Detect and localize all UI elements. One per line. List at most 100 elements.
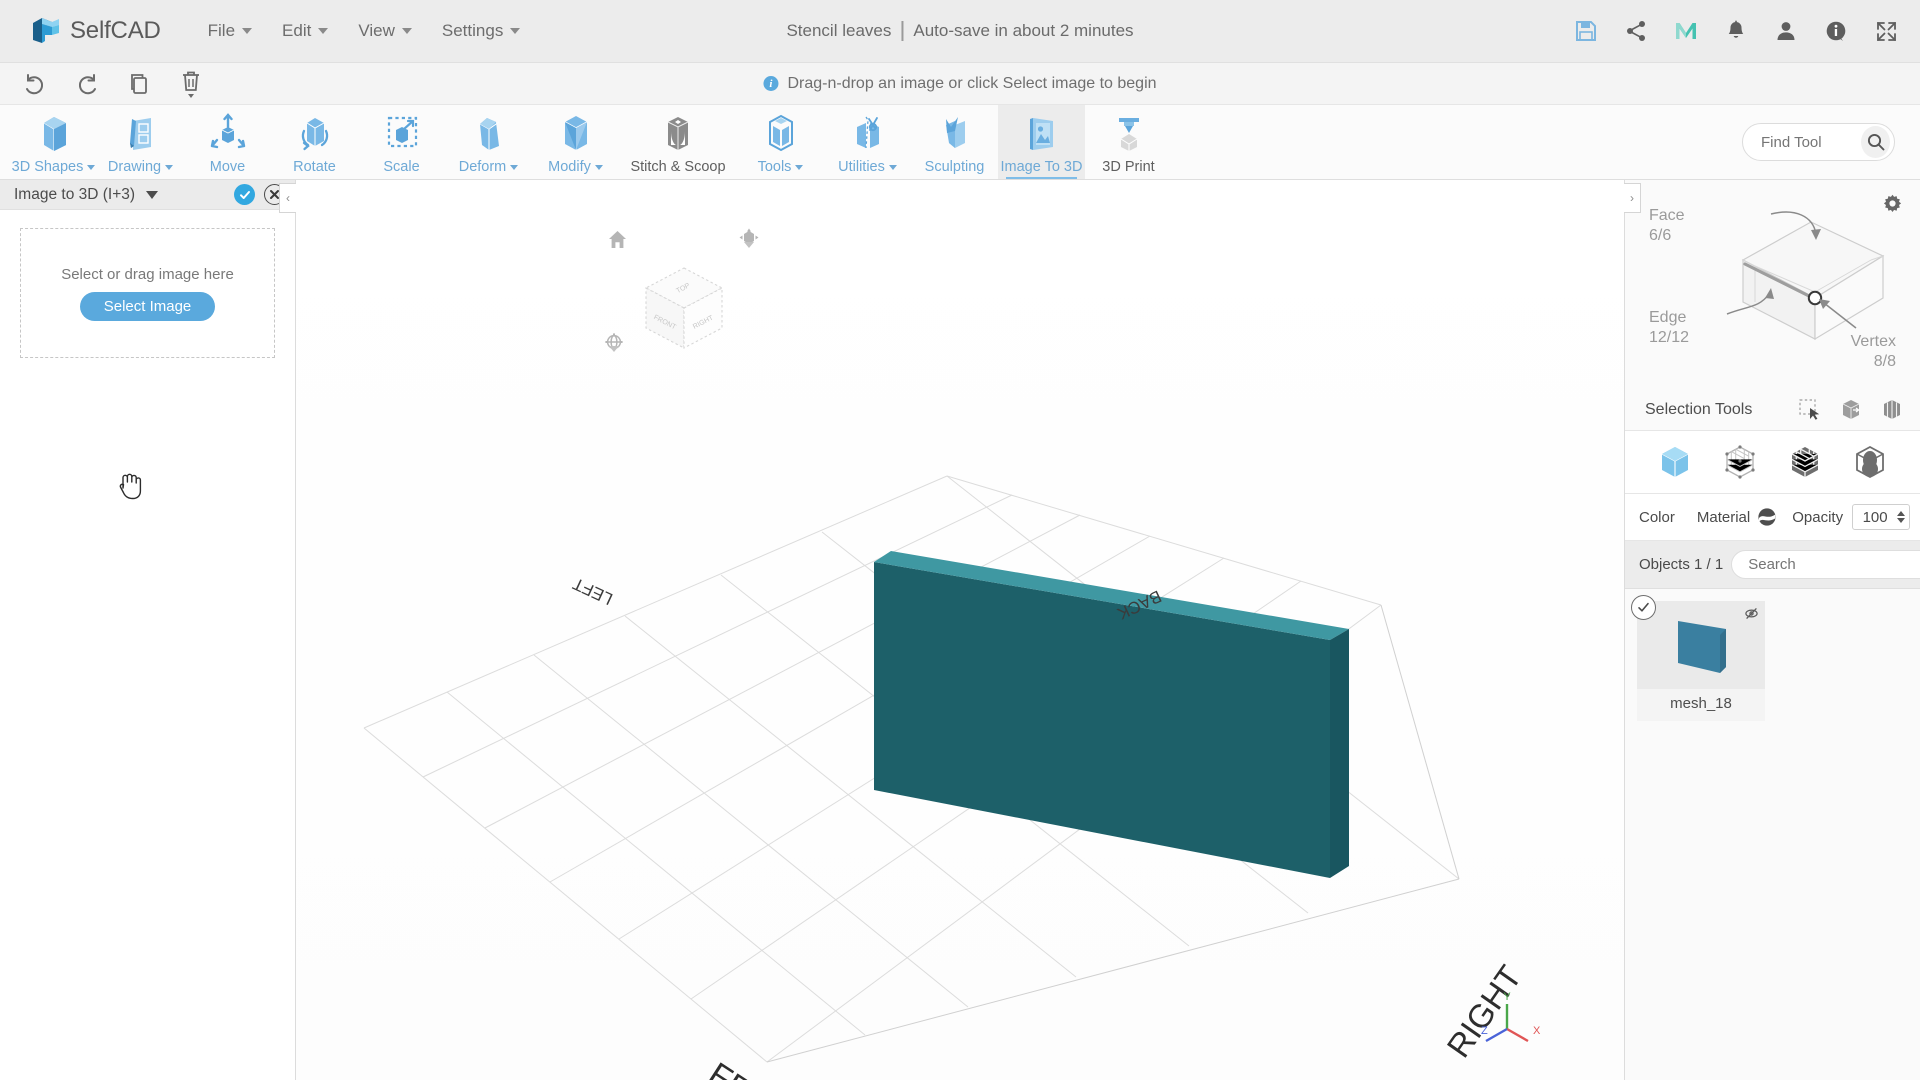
document-title[interactable]: Stencil leaves bbox=[786, 21, 891, 41]
viewport-canvas[interactable]: FRONT RIGHT LEFT BACK bbox=[296, 180, 1624, 1080]
tool-3d-shapes[interactable]: 3D Shapes bbox=[10, 105, 97, 179]
user-account-icon[interactable] bbox=[1774, 19, 1798, 43]
home-view-icon[interactable] bbox=[608, 230, 627, 249]
topology-summary: Face 6/6 Edge 12/12 Vertex 8/8 bbox=[1625, 180, 1920, 395]
scale-icon bbox=[380, 113, 424, 155]
collapse-left-panel-button[interactable]: ‹ bbox=[279, 183, 296, 213]
tool-label: Deform bbox=[459, 159, 519, 175]
tool-label: 3D Shapes bbox=[12, 159, 96, 175]
title-separator bbox=[901, 21, 904, 41]
color-material-opacity-row: Color Material Opacity bbox=[1625, 494, 1920, 541]
opacity-label: Opacity bbox=[1792, 508, 1844, 526]
sculpting-icon bbox=[933, 113, 977, 155]
rectangle-select-icon[interactable] bbox=[1799, 399, 1822, 420]
chevron-down-icon bbox=[594, 164, 603, 170]
menu-view-label: View bbox=[358, 21, 395, 40]
object-thumbnail[interactable] bbox=[1631, 595, 1765, 689]
chevron-down-icon bbox=[318, 28, 329, 34]
redo-button[interactable] bbox=[72, 69, 102, 99]
spinner-down-icon[interactable] bbox=[1897, 518, 1906, 523]
list-item[interactable]: mesh_18 bbox=[1631, 595, 1765, 721]
tool-label: Scale bbox=[383, 159, 420, 175]
objects-search-input[interactable] bbox=[1748, 556, 1920, 573]
tool-3d-print[interactable]: 3D Print bbox=[1085, 105, 1172, 179]
undo-button[interactable] bbox=[20, 69, 50, 99]
box-select-icon[interactable] bbox=[1840, 399, 1863, 420]
tool-label: Image To 3D bbox=[1000, 159, 1083, 175]
object-visibility-icon[interactable] bbox=[1744, 606, 1759, 621]
menu-view[interactable]: View bbox=[343, 15, 427, 47]
save-icon[interactable] bbox=[1574, 19, 1598, 43]
find-tool-input[interactable] bbox=[1761, 133, 1861, 151]
3d-viewport[interactable]: FRONT RIGHT LEFT BACK TOP FRONT bbox=[296, 180, 1624, 1080]
tool-modify[interactable]: Modify bbox=[532, 105, 619, 179]
share-icon[interactable] bbox=[1624, 19, 1648, 43]
image-dropzone[interactable]: Select or drag image here Select Image bbox=[20, 228, 275, 358]
objects-header-row: Objects 1 / 1 bbox=[1625, 541, 1920, 589]
copy-button[interactable] bbox=[124, 69, 154, 99]
notifications-bell-icon[interactable] bbox=[1724, 19, 1748, 43]
tool-drawing[interactable]: Drawing bbox=[97, 105, 184, 179]
objects-search[interactable] bbox=[1731, 550, 1920, 579]
autosave-status: Auto-save in about 2 minutes bbox=[913, 21, 1134, 40]
menu-file[interactable]: File bbox=[193, 15, 267, 47]
menu-edit[interactable]: Edit bbox=[267, 15, 343, 47]
delete-button[interactable] bbox=[176, 69, 206, 99]
object-mode-icon[interactable] bbox=[1657, 445, 1693, 479]
zoom-fit-icon[interactable] bbox=[604, 332, 624, 370]
select-image-button[interactable]: Select Image bbox=[79, 291, 216, 321]
perspective-toggle-icon[interactable] bbox=[739, 228, 759, 266]
image-to-3d-icon bbox=[1020, 113, 1064, 155]
opacity-stepper[interactable] bbox=[1852, 504, 1911, 530]
search-icon[interactable] bbox=[1861, 126, 1890, 158]
tool-label: Drawing bbox=[108, 159, 174, 175]
chevron-down-icon bbox=[242, 28, 253, 34]
selection-tool-icons bbox=[1799, 399, 1904, 420]
edge-mode-icon[interactable] bbox=[1852, 445, 1888, 479]
modify-icon bbox=[554, 113, 598, 155]
material-icon[interactable] bbox=[1757, 507, 1777, 527]
3d-print-icon bbox=[1107, 113, 1151, 155]
brand: SelfCAD bbox=[30, 16, 161, 47]
apply-button[interactable] bbox=[234, 184, 255, 205]
marketplace-m-icon[interactable] bbox=[1674, 19, 1698, 43]
vertex-mode-icon[interactable] bbox=[1722, 445, 1758, 479]
tool-deform[interactable]: Deform bbox=[445, 105, 532, 179]
chevron-down-icon[interactable] bbox=[146, 190, 159, 199]
object-selected-check-icon[interactable] bbox=[1631, 595, 1656, 620]
tool-stitch-scoop[interactable]: Stitch & Scoop bbox=[619, 105, 737, 179]
expand-right-panel-button[interactable]: › bbox=[1624, 183, 1641, 213]
properties-panel: › Face 6/6 Edge 12/12 Vertex 8/8 Selecti… bbox=[1624, 180, 1920, 1080]
brand-name: SelfCAD bbox=[70, 17, 161, 44]
find-tool-search[interactable] bbox=[1742, 123, 1895, 161]
color-label: Color bbox=[1639, 508, 1675, 526]
face-mode-icon[interactable] bbox=[1787, 445, 1823, 479]
tool-image-to-3d[interactable]: Image To 3D bbox=[998, 105, 1085, 179]
view-cube[interactable]: TOP FRONT RIGHT bbox=[636, 260, 732, 356]
opacity-input[interactable] bbox=[1853, 508, 1898, 526]
history-bar: i Drag-n-drop an image or click Select i… bbox=[0, 63, 1920, 105]
info-help-icon[interactable] bbox=[1824, 19, 1848, 43]
objects-count: Objects 1 / 1 bbox=[1639, 556, 1724, 573]
opacity-spinner[interactable] bbox=[1897, 511, 1909, 523]
spinner-up-icon[interactable] bbox=[1897, 511, 1906, 516]
cube-icon bbox=[32, 113, 76, 155]
chevron-down-icon[interactable] bbox=[609, 346, 619, 369]
chevron-down-icon bbox=[510, 164, 519, 170]
menu-settings[interactable]: Settings bbox=[427, 15, 535, 47]
tool-move[interactable]: Move bbox=[184, 105, 271, 179]
tool-scale[interactable]: Scale bbox=[358, 105, 445, 179]
rotate-icon bbox=[293, 113, 337, 155]
tool-label: Stitch & Scoop bbox=[630, 159, 726, 175]
chevron-down-icon[interactable] bbox=[744, 242, 754, 265]
tool-utilities[interactable]: Utilities bbox=[824, 105, 911, 179]
through-select-icon[interactable] bbox=[1881, 399, 1904, 420]
selection-tools-label: Selection Tools bbox=[1645, 400, 1753, 418]
face-count-label: Face 6/6 bbox=[1649, 207, 1685, 245]
fullscreen-icon[interactable] bbox=[1874, 19, 1898, 43]
tool-rotate[interactable]: Rotate bbox=[271, 105, 358, 179]
tool-tools[interactable]: Tools bbox=[737, 105, 824, 179]
tool-sculpting[interactable]: Sculpting bbox=[911, 105, 998, 179]
axis-z-label: Z bbox=[1481, 1025, 1488, 1037]
edge-count-label: Edge 12/12 bbox=[1649, 309, 1690, 347]
